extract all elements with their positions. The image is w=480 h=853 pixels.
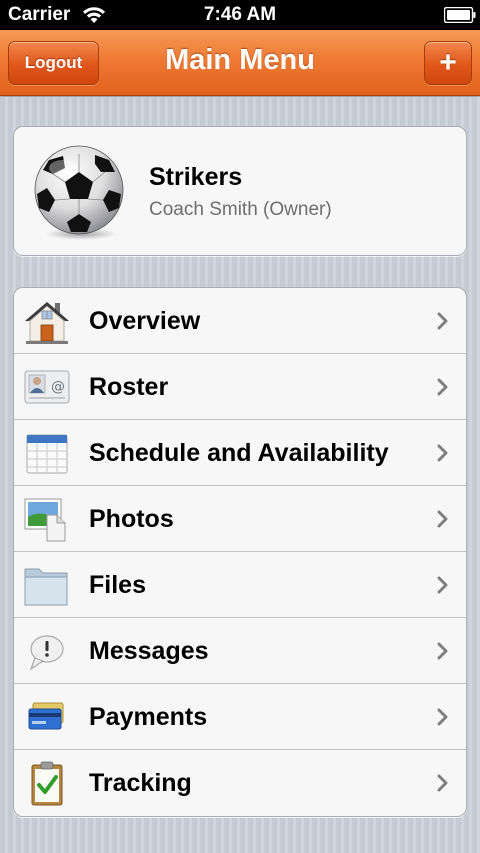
menu-item-roster[interactable]: @ Roster <box>14 354 466 420</box>
team-card[interactable]: Strikers Coach Smith (Owner) <box>13 126 467 256</box>
calendar-icon <box>26 434 68 474</box>
menu-item-label: Messages <box>89 637 209 665</box>
status-bar: Carrier 7:46 AM <box>0 0 480 30</box>
menu-item-label: Roster <box>89 373 169 401</box>
photo-icon <box>24 498 66 542</box>
menu-item-label: Files <box>89 571 146 599</box>
folder-icon <box>24 568 68 606</box>
menu-item-messages[interactable]: Messages <box>14 618 466 684</box>
menu-item-label: Overview <box>89 307 201 335</box>
battery-icon <box>444 7 476 23</box>
menu-item-label: Schedule and Availability <box>89 439 389 467</box>
chevron-right-icon <box>437 378 448 396</box>
menu-item-payments[interactable]: Payments <box>14 684 466 750</box>
chevron-right-icon <box>437 576 448 594</box>
chevron-right-icon <box>437 444 448 462</box>
chevron-right-icon <box>437 642 448 660</box>
chevron-right-icon <box>437 774 448 792</box>
svg-text:@: @ <box>51 379 65 395</box>
team-subtitle: Coach Smith (Owner) <box>149 199 332 220</box>
chevron-right-icon <box>437 708 448 726</box>
menu-item-label: Payments <box>89 703 208 731</box>
navigation-bar: Logout Main Menu + <box>0 30 480 96</box>
page-title: Main Menu <box>165 44 315 76</box>
menu-item-files[interactable]: Files <box>14 552 466 618</box>
main-menu-list: Overview @ Roster Schedule and Availabil… <box>13 287 467 817</box>
credit-card-icon <box>28 702 64 730</box>
clipboard-icon <box>31 761 63 806</box>
house-icon <box>25 302 69 344</box>
status-time: 7:46 AM <box>203 4 277 25</box>
add-button[interactable]: + <box>424 41 472 85</box>
menu-item-label: Tracking <box>89 769 192 797</box>
message-bubble-icon <box>29 635 64 671</box>
menu-item-photos[interactable]: Photos <box>14 486 466 552</box>
soccer-ball-icon <box>34 145 124 240</box>
chevron-right-icon <box>437 312 448 330</box>
menu-item-overview[interactable]: Overview <box>14 288 466 354</box>
menu-item-label: Photos <box>89 505 174 533</box>
menu-item-tracking[interactable]: Tracking <box>14 750 466 816</box>
team-name: Strikers <box>149 163 243 191</box>
menu-item-schedule[interactable]: Schedule and Availability <box>14 420 466 486</box>
chevron-right-icon <box>437 510 448 528</box>
contact-card-icon: @ <box>24 370 70 404</box>
